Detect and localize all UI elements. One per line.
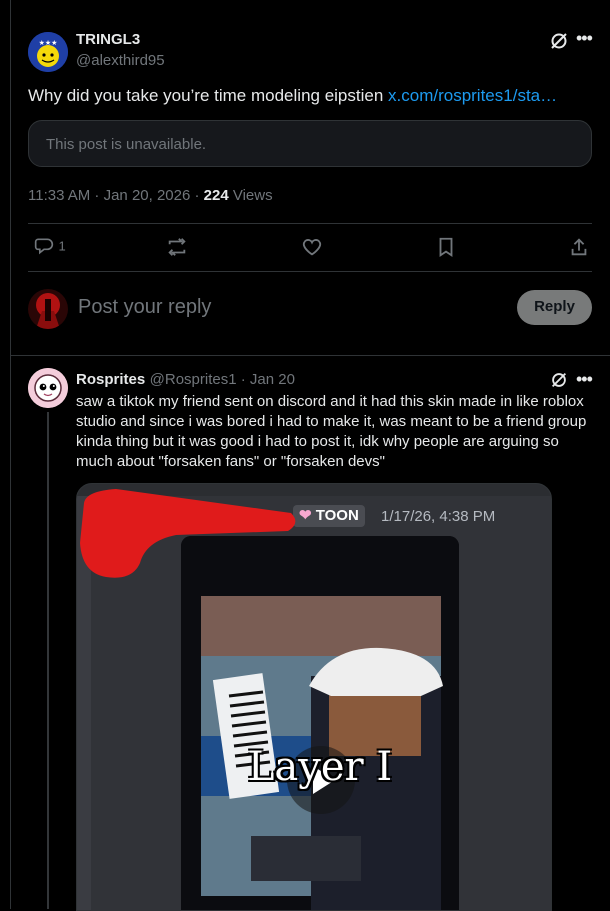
reply-action[interactable]: 1 [34, 236, 66, 258]
reply-grok-icon[interactable] [549, 370, 569, 390]
post-time[interactable]: 11:33 AM · Jan 20, 2026 · [28, 187, 204, 204]
reply-icon [34, 238, 54, 255]
reply-date[interactable]: · Jan 20 [237, 371, 295, 388]
svg-text:★★★: ★★★ [39, 39, 58, 47]
bookmark-action[interactable] [436, 236, 456, 263]
reply-text: saw a tiktok my friend sent on discord a… [76, 393, 587, 470]
quote-unavailable-text: This post is unavailable. [46, 136, 207, 153]
author-name[interactable]: TRINGL3 [76, 31, 140, 48]
share-icon [571, 238, 587, 256]
post-text: Why did you take you’re time modeling ei… [28, 86, 557, 106]
reply-button[interactable]: Reply [517, 290, 592, 325]
heart-icon [302, 239, 322, 256]
more-options-icon[interactable]: ••• [576, 28, 593, 49]
share-action[interactable] [569, 236, 589, 263]
reply-header: Rosprites @Rosprites1 · Jan 20 [76, 371, 295, 389]
reply-author-name[interactable]: Rosprites [76, 371, 145, 388]
author-handle[interactable]: @alexthird95 [76, 52, 165, 69]
reply-author-handle[interactable]: @Rosprites1 [150, 371, 237, 388]
repost-action[interactable] [166, 236, 188, 263]
toon-badge-label: TOON [315, 507, 359, 524]
post-meta: 11:33 AM · Jan 20, 2026 · 224 Views [28, 187, 273, 204]
divider-bottom-actions [28, 271, 592, 272]
media-timestamp: 1/17/26, 4:38 PM [381, 508, 496, 525]
post-link[interactable]: x.com/rosprites1/sta… [388, 86, 557, 105]
repost-icon [168, 238, 186, 256]
divider-top-actions [28, 223, 592, 224]
reply-count: 1 [58, 238, 66, 254]
video-scene [181, 536, 459, 910]
reply-author-avatar[interactable] [28, 368, 68, 408]
video-frame[interactable]: Layer I [181, 536, 459, 910]
reply-more-options-icon[interactable]: ••• [576, 369, 593, 390]
grok-icon[interactable] [548, 30, 570, 52]
views-count: 224 [203, 187, 229, 204]
bookmark-icon [439, 237, 453, 257]
author-avatar[interactable]: ★★★ [28, 32, 68, 72]
divider-composer [10, 355, 610, 356]
like-action[interactable] [301, 236, 323, 263]
views-label: Views [228, 187, 273, 204]
play-button[interactable] [287, 746, 355, 814]
redaction-mark [80, 489, 296, 578]
post-body: Why did you take you’re time modeling ei… [28, 86, 389, 105]
thread-line [47, 412, 49, 909]
left-border [0, 0, 11, 909]
quote-unavailable-box: This post is unavailable. [28, 120, 592, 167]
reply-input[interactable]: Post your reply [78, 296, 211, 319]
user-avatar[interactable] [28, 289, 68, 329]
